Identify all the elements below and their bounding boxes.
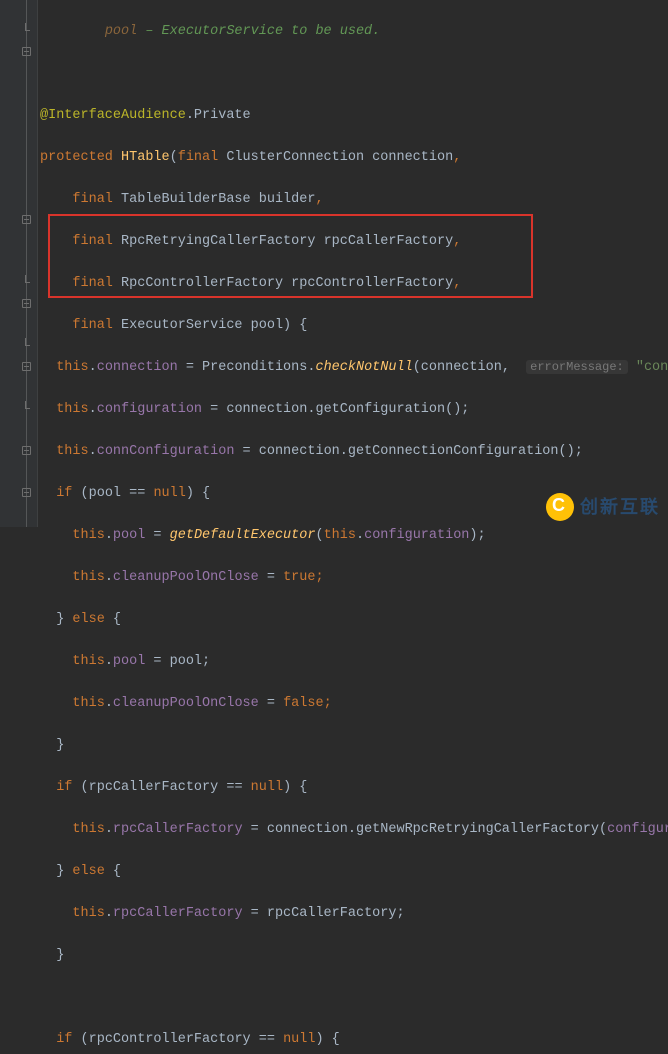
fold-end-icon[interactable] <box>22 26 31 35</box>
code-line: this.rpcCallerFactory = rpcCallerFactory… <box>40 903 668 924</box>
watermark-logo-icon <box>546 493 574 521</box>
code-line: final TableBuilderBase builder, <box>40 189 668 210</box>
code-line: } else { <box>40 609 668 630</box>
fold-minus-icon[interactable] <box>22 446 31 455</box>
fold-minus-icon[interactable] <box>22 47 31 56</box>
code-line: final RpcRetryingCallerFactory rpcCaller… <box>40 231 668 252</box>
code-line: this.pool = getDefaultExecutor(this.conf… <box>40 525 668 546</box>
code-line <box>40 987 668 1008</box>
code-line: if (rpcCallerFactory == null) { <box>40 777 668 798</box>
code-line: protected HTable(final ClusterConnection… <box>40 147 668 168</box>
code-line: this.cleanupPoolOnClose = true; <box>40 567 668 588</box>
code-line: this.pool = pool; <box>40 651 668 672</box>
code-line: pool – ExecutorService to be used. <box>40 21 668 42</box>
code-line: this.connConfiguration = connection.getC… <box>40 441 668 462</box>
code-line: if (rpcControllerFactory == null) { <box>40 1029 668 1050</box>
code-line: } else { <box>40 861 668 882</box>
code-line: final ExecutorService pool) { <box>40 315 668 336</box>
fold-minus-icon[interactable] <box>22 362 31 371</box>
fold-minus-icon[interactable] <box>22 215 31 224</box>
fold-end-icon[interactable] <box>22 341 31 350</box>
code-line: final RpcControllerFactory rpcController… <box>40 273 668 294</box>
code-line: this.connection = Preconditions.checkNot… <box>40 357 668 378</box>
code-line: this.cleanupPoolOnClose = false; <box>40 693 668 714</box>
watermark: 创新互联 <box>546 493 660 521</box>
code-line <box>40 63 668 84</box>
fold-end-icon[interactable] <box>22 278 31 287</box>
watermark-text: 创新互联 <box>580 497 660 518</box>
fold-minus-icon[interactable] <box>22 488 31 497</box>
code-line: @InterfaceAudience.Private <box>40 105 668 126</box>
code-line: } <box>40 945 668 966</box>
code-line: } <box>40 735 668 756</box>
code-editor[interactable]: pool – ExecutorService to be used. @Inte… <box>40 0 668 1054</box>
code-line: this.rpcCallerFactory = connection.getNe… <box>40 819 668 840</box>
fold-end-icon[interactable] <box>22 404 31 413</box>
fold-minus-icon[interactable] <box>22 299 31 308</box>
editor-gutter <box>0 0 38 527</box>
code-line: this.configuration = connection.getConfi… <box>40 399 668 420</box>
